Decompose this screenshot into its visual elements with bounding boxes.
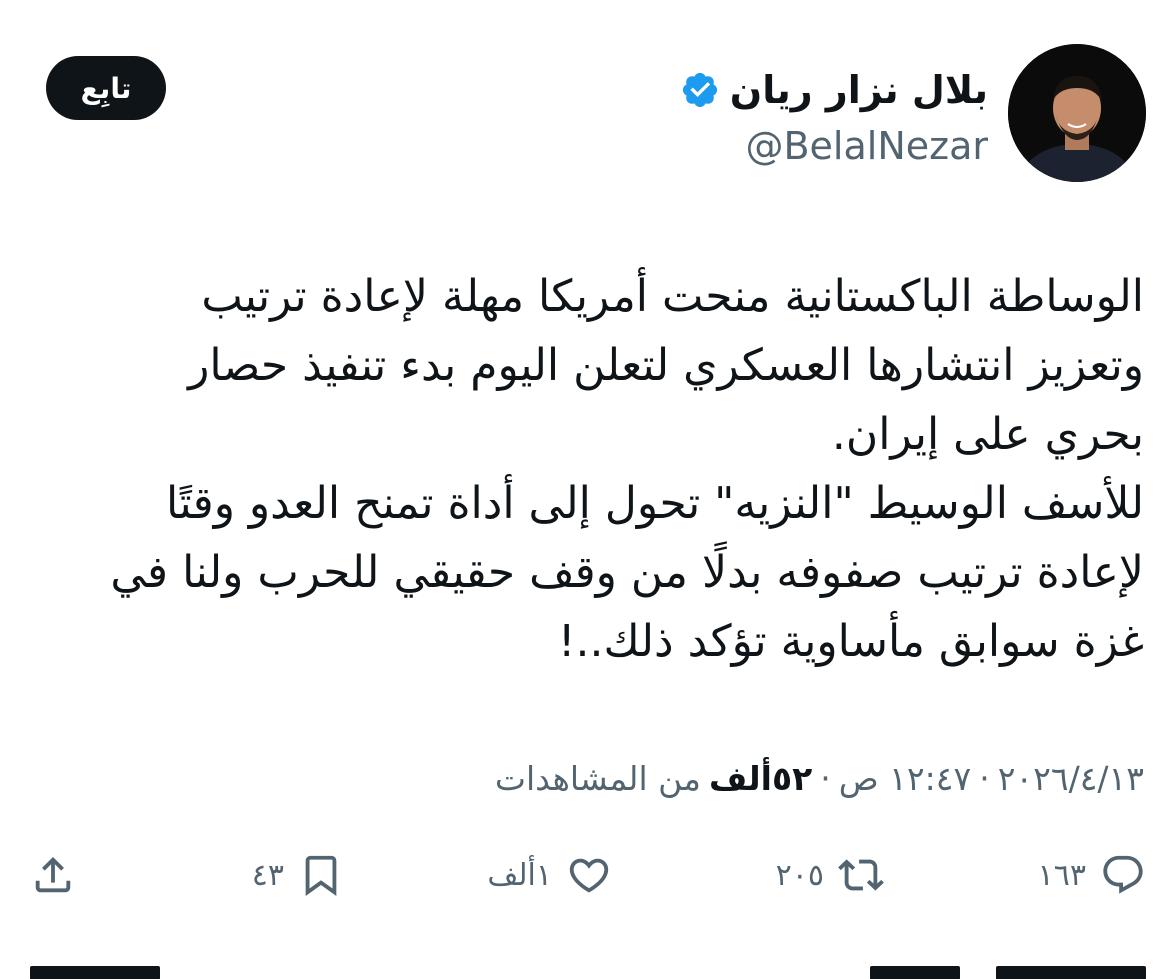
reply-count: ١٦٣	[1037, 857, 1086, 893]
tweet-text-line: لإعادة ترتيب صفوفه بدلًا من وقف حقيقي لل…	[110, 547, 1144, 598]
verified-badge-icon[interactable]	[680, 70, 720, 110]
tweet-time[interactable]: ١٢:٤٧ ص	[839, 759, 971, 798]
cutoff-text-fragment	[30, 966, 160, 979]
next-section-cutoff	[0, 962, 1170, 979]
views-count: ٥٢ألف	[708, 758, 813, 798]
display-name[interactable]: بلال نزار ريان	[730, 68, 988, 112]
reply-icon	[1103, 855, 1143, 894]
retweet-button[interactable]: ٢٠٥	[776, 840, 884, 910]
tweet-text-line: للأسف الوسيط "النزيه" تحول إلى أداة تمنح…	[165, 478, 1144, 529]
tweet-text-line: وتعزيز انتشارها العسكري لتعلن اليوم بدء …	[188, 340, 1144, 391]
tweet-date[interactable]: ٢٠٢٦/٤/١٣	[998, 759, 1144, 798]
retweet-icon	[838, 859, 884, 891]
cutoff-text-fragment	[870, 966, 960, 979]
meta-separator: ·	[820, 758, 831, 798]
share-button[interactable]	[30, 840, 76, 910]
cutoff-text-fragment	[996, 966, 1146, 979]
meta-separator: ·	[979, 758, 990, 798]
bookmark-button[interactable]: ٤٣	[252, 840, 344, 910]
tweet-text-line: غزة سوابق مأساوية تؤكد ذلك..!	[557, 616, 1144, 667]
tweet-text-line: الوساطة الباكستانية منحت أمريكا مهلة لإع…	[201, 271, 1144, 322]
avatar-photo	[1008, 44, 1146, 182]
share-icon	[35, 856, 71, 893]
tweet-meta: ٢٠٢٦/٤/١٣ · ١٢:٤٧ ص · ٥٢ألف من المشاهدات	[495, 748, 1144, 808]
reply-button[interactable]: ١٦٣	[1038, 840, 1146, 910]
avatar[interactable]	[1008, 44, 1146, 182]
bookmark-icon	[305, 855, 337, 896]
action-bar: ١٦٣ ٢٠٥ ١ألف ٤٣	[0, 840, 1170, 910]
retweet-count: ٢٠٥	[775, 857, 824, 893]
follow-button[interactable]: تابِع	[46, 56, 166, 120]
user-info: بلال نزار ريان @BelalNezar	[680, 60, 988, 168]
tweet-card: بلال نزار ريان @BelalNezar تابِع الوساطة…	[0, 0, 1170, 979]
heart-icon	[569, 858, 609, 893]
user-handle[interactable]: @BelalNezar	[680, 124, 988, 168]
like-count: ١ألف	[487, 857, 552, 893]
bookmark-count: ٤٣	[251, 857, 284, 893]
like-button[interactable]: ١ألف	[487, 840, 612, 910]
tweet-text-line: بحري على إيران.	[831, 409, 1144, 460]
tweet-text: الوساطة الباكستانية منحت أمريكا مهلة لإع…	[30, 262, 1144, 676]
display-name-row: بلال نزار ريان	[680, 60, 988, 120]
views-label: من المشاهدات	[494, 758, 701, 798]
